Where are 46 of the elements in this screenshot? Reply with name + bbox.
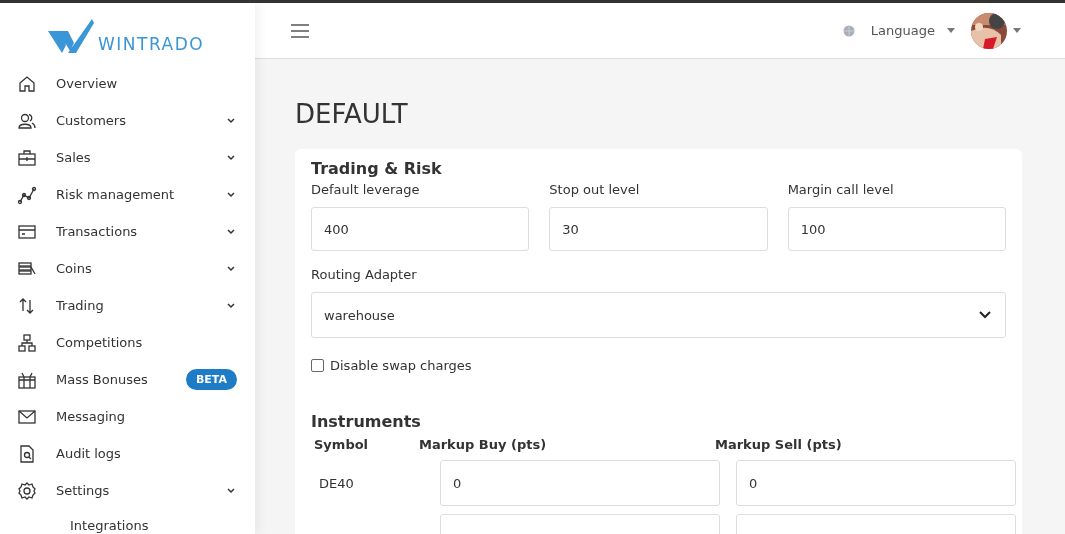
caret-icon (1013, 28, 1021, 33)
field-label: Routing Adapter (311, 267, 417, 282)
logo-icon (48, 19, 94, 53)
field-label: Stop out level (549, 182, 640, 197)
input-field[interactable]: 0 (736, 460, 1016, 506)
table-cell-text: DE40 (318, 475, 355, 491)
nav-item[interactable]: Competitions (0, 324, 255, 361)
input-field[interactable]: 30 (549, 207, 768, 251)
column-header: Symbol (314, 437, 369, 452)
globe-icon (842, 24, 855, 37)
section-title: Instruments (311, 412, 422, 431)
nav-item[interactable]: Sales (0, 139, 255, 176)
input-field[interactable]: 100 (787, 207, 1006, 251)
nav-item[interactable]: Trading (0, 287, 255, 324)
case-icon (17, 147, 37, 168)
chevron-down-icon (979, 311, 991, 319)
menu-icon[interactable] (291, 23, 309, 38)
nav-item[interactable]: Audit logs (0, 435, 255, 472)
select-field[interactable]: warehouse (311, 292, 1006, 338)
nav-item[interactable]: Mass Bonuses BETA (0, 361, 255, 398)
nav-item[interactable]: Risk management (0, 176, 255, 213)
chart-icon (17, 184, 37, 205)
checkbox-label: Disable swap charges (330, 358, 472, 373)
page-title: DEFAULT (295, 99, 409, 129)
input-field[interactable]: 0 (440, 460, 720, 506)
nav-item[interactable]: Coins (0, 250, 255, 287)
tree-icon (17, 332, 37, 353)
caret-icon (947, 28, 955, 33)
beta-badge: BETA (185, 369, 237, 390)
nav-subitem[interactable]: Integrations (0, 509, 255, 533)
nav-item[interactable]: Messaging (0, 398, 255, 435)
nav-item[interactable]: Customers (0, 102, 255, 139)
field-label: Margin call level (787, 182, 894, 197)
field-label: Default leverage (311, 182, 420, 197)
language-selector[interactable]: Language (870, 23, 935, 38)
nav-item[interactable]: Transactions (0, 213, 255, 250)
section-title: Trading & Risk (311, 159, 443, 178)
column-header: Markup Buy (pts) (419, 437, 547, 452)
nav-item[interactable]: Overview (0, 65, 255, 102)
gear-icon (17, 480, 37, 501)
brand-name: WINTRADO (98, 36, 205, 53)
nav-item[interactable]: Settings (0, 472, 255, 509)
column-header: Markup Sell (pts) (715, 437, 842, 452)
doc-icon (17, 443, 37, 464)
input-field[interactable]: 400 (311, 207, 530, 251)
checkbox[interactable] (311, 359, 324, 372)
